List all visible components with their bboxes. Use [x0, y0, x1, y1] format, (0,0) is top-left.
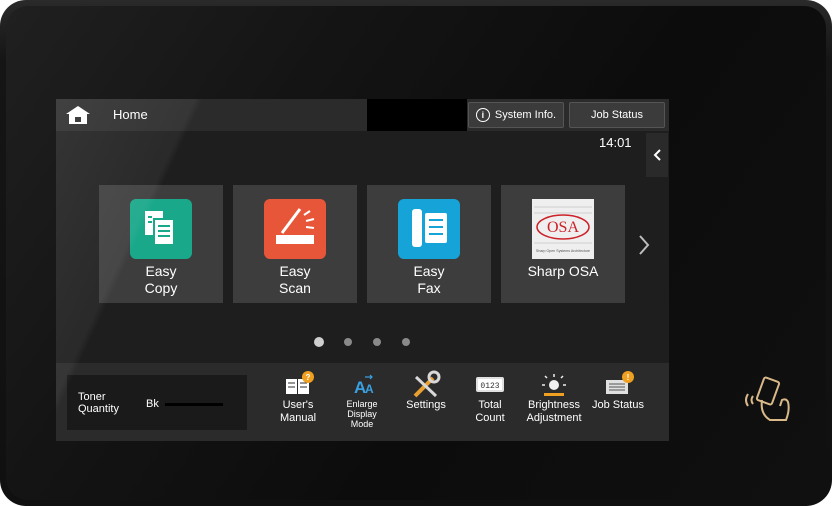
- users-manual-icon: ?: [268, 369, 328, 399]
- message-area: [367, 99, 467, 131]
- toner-label-line2: Quantity: [78, 403, 119, 415]
- clock: 14:01: [599, 135, 632, 150]
- osa-logo-text: OSA: [547, 219, 579, 236]
- brightness-adjustment-button[interactable]: Brightness Adjustment: [524, 369, 584, 425]
- toner-label: Toner Quantity: [78, 391, 119, 415]
- page-dot-2[interactable]: [344, 338, 352, 346]
- users-manual-button[interactable]: ? User's Manual: [268, 369, 328, 425]
- page-indicator: [56, 337, 669, 348]
- easy-copy-icon: [130, 199, 192, 259]
- svg-text:?: ?: [306, 373, 311, 382]
- page-dot-4[interactable]: [402, 338, 410, 346]
- svg-text:A: A: [365, 382, 374, 396]
- easy-fax-tile[interactable]: Easy Fax: [367, 185, 491, 303]
- easy-copy-label-1: Easy: [145, 263, 177, 279]
- side-panel-tab[interactable]: [646, 133, 668, 177]
- chevron-left-icon: [653, 149, 661, 161]
- easy-fax-icon: [398, 199, 460, 259]
- sharp-osa-tile[interactable]: OSA Sharp Open Systems Architecture Shar…: [501, 185, 625, 303]
- total-count-button[interactable]: 0123 Total Count: [460, 369, 520, 425]
- toner-label-line1: Toner: [78, 391, 106, 403]
- home-title: Home: [113, 107, 148, 122]
- settings-icon: [396, 369, 456, 399]
- job-status-tool-button[interactable]: ! Job Status: [588, 369, 648, 412]
- brightness-icon: [524, 369, 584, 399]
- toner-quantity-panel[interactable]: Toner Quantity Bk: [67, 375, 247, 430]
- enlarge-display-label-2: Display: [347, 409, 377, 419]
- settings-button[interactable]: Settings: [396, 369, 456, 412]
- easy-fax-label-2: Fax: [417, 280, 441, 296]
- job-status-button[interactable]: Job Status: [569, 102, 665, 128]
- easy-scan-label-1: Easy: [279, 263, 311, 279]
- touch-screen: Home i System Info. Job Status 14:01 Eas…: [56, 99, 669, 441]
- page-dot-1[interactable]: [314, 337, 324, 347]
- settings-label: Settings: [406, 399, 446, 411]
- easy-copy-tile[interactable]: Easy Copy: [99, 185, 223, 303]
- home-icon[interactable]: [60, 103, 96, 127]
- job-status-tool-label: Job Status: [592, 399, 644, 411]
- enlarge-display-icon: A A: [332, 369, 392, 399]
- brightness-label-1: Brightness: [528, 399, 580, 411]
- easy-scan-icon: [264, 199, 326, 259]
- enlarge-display-label-3: Mode: [350, 419, 374, 429]
- easy-scan-label-2: Scan: [279, 280, 311, 296]
- info-icon: i: [475, 108, 490, 122]
- osa-logo-caption: Sharp Open Systems Architecture: [536, 249, 590, 253]
- users-manual-label-2: Manual: [279, 412, 317, 424]
- brightness-label-2: Adjustment: [526, 412, 582, 424]
- total-count-icon: 0123: [460, 369, 520, 399]
- easy-fax-label-1: Easy: [413, 263, 445, 279]
- system-info-label: System Info.: [494, 109, 557, 121]
- bottom-bar: Toner Quantity Bk ? User's Manual A A En…: [56, 363, 669, 441]
- toner-bk-level-bar: [165, 403, 223, 406]
- job-status-icon: !: [588, 369, 648, 399]
- total-count-counter: 0123: [480, 382, 499, 391]
- next-page-chevron-icon[interactable]: [636, 233, 652, 262]
- total-count-label-2: Count: [475, 412, 505, 424]
- toner-bk-label: Bk: [146, 398, 159, 410]
- enlarge-display-mode-button[interactable]: A A Enlarge Display Mode: [332, 369, 392, 429]
- easy-copy-label-2: Copy: [144, 280, 178, 296]
- svg-text:!: !: [627, 373, 630, 382]
- enlarge-display-label-1: Enlarge: [346, 399, 378, 409]
- easy-scan-tile[interactable]: Easy Scan: [233, 185, 357, 303]
- job-status-label: Job Status: [591, 109, 643, 121]
- top-bar: Home i System Info. Job Status: [56, 99, 669, 131]
- total-count-label-1: Total: [478, 399, 502, 411]
- sharp-osa-icon: OSA Sharp Open Systems Architecture: [532, 199, 594, 259]
- nfc-reader-icon: [740, 374, 796, 429]
- page-dot-3[interactable]: [373, 338, 381, 346]
- users-manual-label-1: User's: [282, 399, 314, 411]
- system-info-button[interactable]: i System Info.: [468, 102, 564, 128]
- sharp-osa-label: Sharp OSA: [527, 263, 599, 279]
